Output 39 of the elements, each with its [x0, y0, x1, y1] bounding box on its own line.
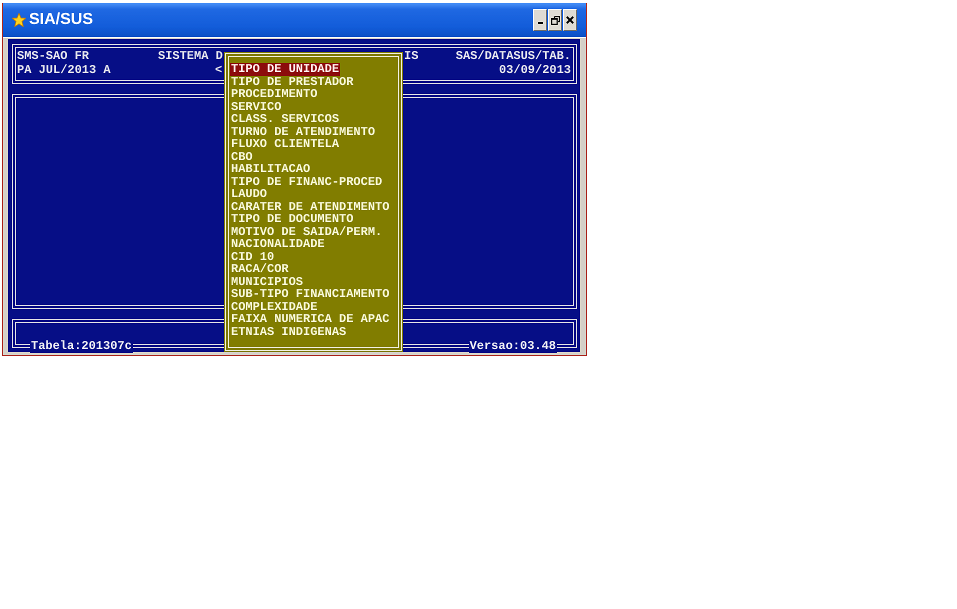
- restore-button[interactable]: [548, 9, 562, 31]
- menu-item[interactable]: FLUXO CLIENTELA: [230, 138, 340, 150]
- menu-item[interactable]: COMPLEXIDADE: [230, 300, 318, 313]
- star-icon: [12, 13, 26, 27]
- period-text: PA JUL/2013 A: [17, 63, 111, 77]
- department-text: SAS/DATASUS/TAB.: [456, 49, 571, 63]
- menu-item[interactable]: ETNIAS INDIGENAS: [230, 326, 348, 338]
- menu-item[interactable]: CARATER DE ATENDIMENTO: [230, 200, 390, 213]
- menu-item[interactable]: TURNO DE ATENDIMENTO: [230, 126, 376, 138]
- system-title-end-text: IS: [404, 49, 418, 63]
- menu-item[interactable]: FAIXA NUMERICA DE APAC: [230, 313, 390, 326]
- minimize-icon: [538, 22, 542, 24]
- menu-item[interactable]: HABILITACAO: [230, 163, 312, 176]
- window-title: SIA/SUS: [29, 11, 94, 29]
- menu-item[interactable]: CLASS. SERVICOS: [230, 113, 340, 126]
- table-label: Tabela:201307c: [30, 339, 133, 353]
- close-button[interactable]: [563, 9, 577, 31]
- menu-item[interactable]: PROCEDIMENTO: [230, 88, 318, 100]
- menu-item[interactable]: TIPO DE FINANC-PROCED: [230, 176, 384, 188]
- version-label: Versao:03.48: [468, 339, 557, 353]
- menu-item[interactable]: SERVICO: [230, 100, 282, 113]
- bracket-text: <: [215, 63, 222, 77]
- menu-item[interactable]: CBO: [230, 150, 254, 163]
- menu-item[interactable]: RACA/COR: [230, 263, 290, 276]
- menu-item[interactable]: TIPO DE DOCUMENTO: [230, 213, 354, 226]
- menu-item[interactable]: TIPO DE UNIDADE: [230, 63, 340, 76]
- restore-icon: [550, 16, 560, 24]
- menu-item[interactable]: TIPO DE PRESTADOR: [230, 76, 354, 88]
- close-icon: [566, 16, 574, 24]
- menu-item[interactable]: MOTIVO DE SAIDA/PERM.: [230, 226, 384, 238]
- menu-item[interactable]: LAUDO: [230, 188, 268, 200]
- menu-item[interactable]: CID 10: [230, 250, 276, 263]
- system-title-text: SISTEMA D: [158, 49, 223, 63]
- agency-text: SMS-SAO FR: [17, 49, 90, 63]
- menu-item[interactable]: MUNICIPIOS: [230, 276, 304, 288]
- date-text: 03/09/2013: [498, 63, 571, 77]
- menu-item[interactable]: SUB-TIPO FINANCIAMENTO: [230, 288, 390, 300]
- menu-item[interactable]: NACIONALIDADE: [230, 238, 326, 250]
- minimize-button[interactable]: [533, 9, 547, 31]
